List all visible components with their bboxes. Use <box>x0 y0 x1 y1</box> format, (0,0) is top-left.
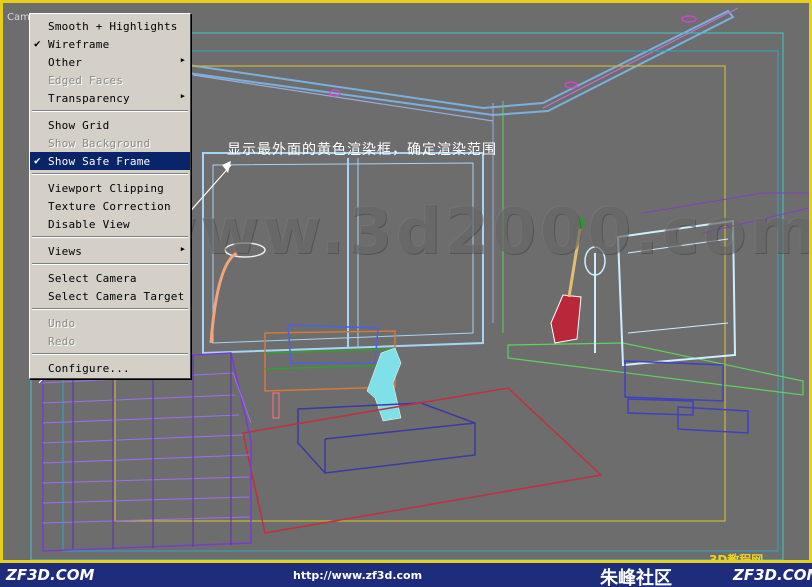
menu-item-views[interactable]: Views ▶ <box>30 242 190 260</box>
menu-item-show-background: Show Background <box>30 134 190 152</box>
menu-separator <box>32 263 188 265</box>
menu-separator <box>32 110 188 112</box>
menu-item-edged-faces: Edged Faces <box>30 71 190 89</box>
menu-separator <box>32 353 188 355</box>
corner-logo: 3D教程网 <box>709 553 764 563</box>
menu-item-label: Redo <box>48 335 76 348</box>
menu-item-label: Configure... <box>48 362 130 375</box>
menu-item-label: Texture Correction <box>48 200 171 213</box>
menu-item-smooth-highlights[interactable]: Smooth + Highlights <box>30 17 190 35</box>
menu-item-viewport-clipping[interactable]: Viewport Clipping <box>30 179 190 197</box>
menu-item-show-grid[interactable]: Show Grid <box>30 116 190 134</box>
menu-item-show-safe-frame[interactable]: ✔ Show Safe Frame <box>30 152 190 170</box>
chair-back <box>287 324 379 364</box>
sofa-mesh <box>42 516 250 524</box>
footer-banner: ZF3D.COM http://www.zf3d.com 朱峰社区 ZF3D.C… <box>0 563 812 587</box>
tv-unit-line <box>627 322 729 334</box>
menu-item-label: Select Camera <box>48 272 137 285</box>
menu-item-label: Smooth + Highlights <box>48 20 178 33</box>
cabinet <box>677 406 749 434</box>
check-icon: ✔ <box>34 154 41 167</box>
submenu-arrow-icon: ▶ <box>180 245 185 253</box>
chair-leg <box>272 392 280 419</box>
sofa-mesh <box>42 496 250 504</box>
sofa-mesh <box>42 414 240 424</box>
ceiling-beam <box>187 9 735 117</box>
menu-item-undo: Undo <box>30 314 190 332</box>
shelf <box>507 342 804 396</box>
check-icon: ✔ <box>34 37 41 50</box>
footer-brand-right[interactable]: ZF3D.COM <box>733 566 812 584</box>
sofa-mesh <box>42 454 250 464</box>
menu-item-label: Show Grid <box>48 119 110 132</box>
ceiling-edge <box>542 7 739 109</box>
ottoman-edge <box>324 422 476 440</box>
menu-item-label: Viewport Clipping <box>48 182 164 195</box>
viewport-context-menu: Smooth + Highlights ✔ Wireframe Other ▶ … <box>29 13 191 379</box>
submenu-arrow-icon: ▶ <box>180 56 185 64</box>
guitar <box>550 294 582 344</box>
menu-item-label: Disable View <box>48 218 130 231</box>
menu-item-configure[interactable]: Configure... <box>30 359 190 377</box>
ceiling-edge <box>192 74 494 122</box>
footer-brand-left[interactable]: ZF3D.COM <box>6 566 94 584</box>
menu-separator <box>32 308 188 310</box>
watermark: www.3d2000.com <box>138 195 812 269</box>
menu-item-disable-view[interactable]: Disable View <box>30 215 190 233</box>
cabinet <box>624 360 724 402</box>
menu-item-other[interactable]: Other ▶ <box>30 53 190 71</box>
menu-item-texture-correction[interactable]: Texture Correction <box>30 197 190 215</box>
menu-item-redo: Redo <box>30 332 190 350</box>
menu-item-wireframe[interactable]: ✔ Wireframe <box>30 35 190 53</box>
submenu-arrow-icon: ▶ <box>180 92 185 100</box>
menu-item-label: Views <box>48 245 83 258</box>
menu-item-label: Transparency <box>48 92 130 105</box>
ceiling-light <box>564 81 578 89</box>
ceiling-light <box>681 15 697 23</box>
camera-viewport[interactable]: Came www.3d2000.com 显示最外面的黄色渲染框，确定渲染范围 3… <box>0 0 812 563</box>
menu-separator <box>32 236 188 238</box>
menu-item-select-camera[interactable]: Select Camera <box>30 269 190 287</box>
rug <box>242 387 603 534</box>
menu-item-label: Select Camera Target <box>48 290 185 303</box>
menu-item-label: Show Safe Frame <box>48 155 151 168</box>
footer-url-link[interactable]: http://www.zf3d.com <box>293 569 422 582</box>
footer-community-logo: 朱峰社区 <box>600 568 672 587</box>
annotation-text: 显示最外面的黄色渲染框，确定渲染范围 <box>227 142 497 158</box>
menu-item-transparency[interactable]: Transparency ▶ <box>30 89 190 107</box>
safe-frame-title <box>114 65 726 522</box>
menu-item-select-camera-target[interactable]: Select Camera Target <box>30 287 190 305</box>
menu-item-label: Other <box>48 56 83 69</box>
menu-item-label: Show Background <box>48 137 151 150</box>
menu-item-label: Edged Faces <box>48 74 124 87</box>
menu-separator <box>32 173 188 175</box>
sofa-mesh <box>42 394 236 404</box>
horse-figurine <box>366 347 402 422</box>
menu-item-label: Undo <box>48 317 76 330</box>
sofa-mesh <box>42 476 250 484</box>
menu-item-label: Wireframe <box>48 38 110 51</box>
